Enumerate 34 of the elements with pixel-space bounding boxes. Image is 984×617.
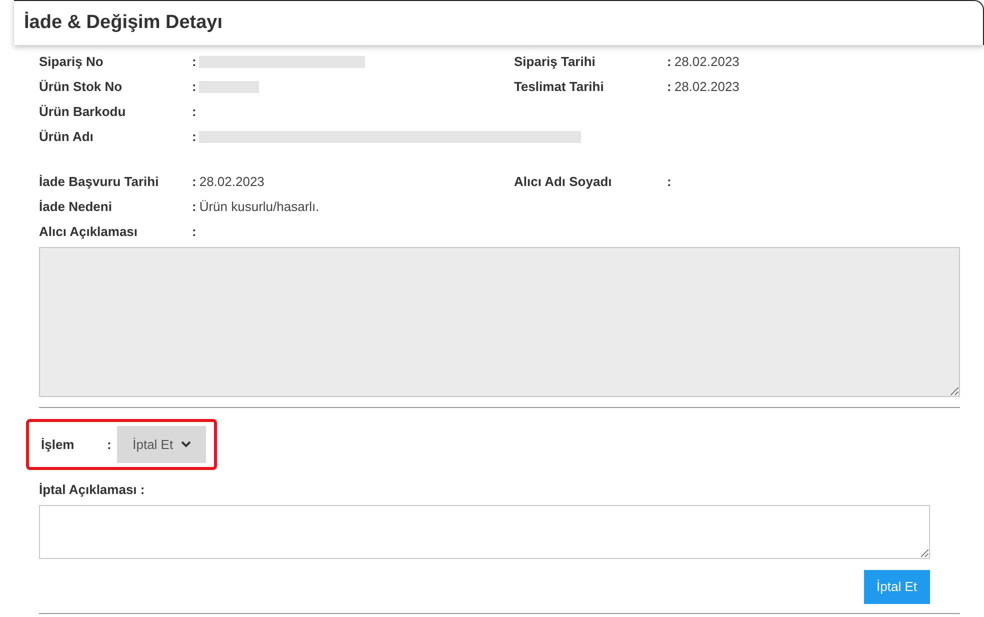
colon: : bbox=[192, 172, 196, 191]
field-label: Teslimat Tarihi bbox=[514, 78, 605, 96]
cancel-note-label: İptal Açıklaması : bbox=[39, 481, 146, 499]
colon: : bbox=[192, 78, 196, 96]
colon: : bbox=[667, 172, 672, 191]
cancel-note-field[interactable] bbox=[39, 504, 930, 558]
field-label: Alıcı Açıklaması bbox=[39, 222, 139, 241]
field-label: İade Başvuru Tarihi bbox=[39, 172, 160, 191]
colon: : bbox=[667, 78, 672, 96]
field-label: İade Nedeni bbox=[39, 198, 113, 216]
field-label: Sipariş Tarihi bbox=[514, 52, 596, 71]
page-title: İade & Değişim Detayı bbox=[24, 10, 223, 35]
colon: : bbox=[192, 102, 196, 121]
action-select[interactable]: İptal Et bbox=[117, 426, 206, 463]
colon: : bbox=[192, 52, 196, 71]
field-value: 28.02.2023 bbox=[199, 172, 264, 191]
field-value: Ürün kusurlu/hasarlı. bbox=[199, 198, 320, 216]
blurred-value bbox=[199, 80, 260, 92]
field-label: Sipariş No bbox=[39, 52, 104, 71]
chevron-down-icon bbox=[181, 441, 192, 448]
field-value: 28.02.2023 bbox=[674, 52, 740, 71]
field-label: Ürün Stok No bbox=[39, 78, 124, 96]
colon: : bbox=[192, 128, 196, 146]
colon: : bbox=[107, 436, 112, 454]
colon: : bbox=[192, 198, 196, 216]
field-label: Ürün Barkodu bbox=[39, 102, 127, 121]
field-label: Ürün Adı bbox=[39, 128, 94, 146]
cancel-button[interactable]: İptal Et bbox=[864, 570, 930, 604]
field-label: Alıcı Adı Soyadı bbox=[514, 172, 613, 191]
field-value: 28.02.2023 bbox=[674, 78, 740, 96]
colon: : bbox=[192, 222, 196, 241]
colon: : bbox=[667, 52, 672, 71]
action-label: İşlem bbox=[41, 436, 76, 454]
buyer-note-field[interactable] bbox=[39, 247, 960, 397]
